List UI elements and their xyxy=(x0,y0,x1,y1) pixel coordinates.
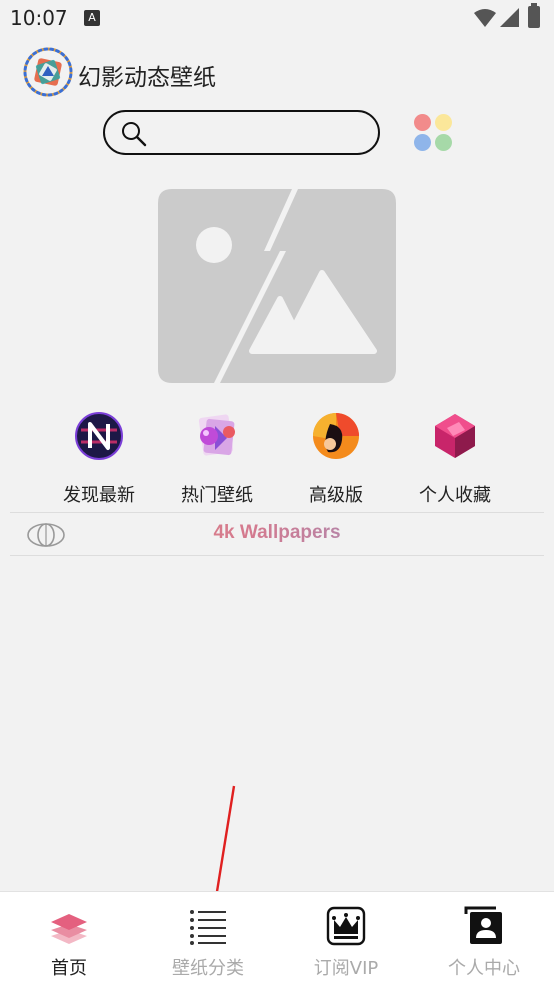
search-input[interactable] xyxy=(157,120,367,146)
battery-icon xyxy=(528,3,540,28)
red-dot-icon xyxy=(414,114,431,131)
search-box[interactable] xyxy=(103,110,380,155)
list-icon xyxy=(190,910,226,945)
blue-dot-icon xyxy=(414,134,431,151)
menu-label: 热门壁纸 xyxy=(181,485,253,506)
wifi-icon xyxy=(474,9,496,27)
nav-home[interactable]: 首页 xyxy=(4,906,134,979)
banner-image-placeholder[interactable] xyxy=(158,189,396,383)
status-bar: 10:07 A xyxy=(0,0,554,36)
theme-palette-button[interactable] xyxy=(412,112,456,154)
app-title: 幻影动态壁纸 xyxy=(78,65,216,91)
nav-categories[interactable]: 壁纸分类 xyxy=(143,906,273,979)
nav-label: 订阅VIP xyxy=(313,958,379,979)
menu-premium[interactable]: 高级版 xyxy=(276,410,396,506)
ad-text: 4k Wallpapers xyxy=(10,522,544,544)
nav-profile[interactable]: 个人中心 xyxy=(419,906,549,979)
layers-icon xyxy=(51,914,87,944)
orange-sphere-icon xyxy=(313,413,359,459)
menu-label: 高级版 xyxy=(309,485,363,506)
gem-photo-icon xyxy=(198,414,235,456)
status-time: 10:07 xyxy=(10,6,68,30)
profile-card-icon xyxy=(464,906,502,944)
menu-hot-wallpapers[interactable]: 热门壁纸 xyxy=(157,410,277,506)
bottom-nav: 首页 壁纸分类 订阅VIP 个人中心 xyxy=(0,891,554,984)
menu-discover-new[interactable]: 发现最新 xyxy=(39,410,159,506)
search-icon xyxy=(122,122,147,147)
yellow-dot-icon xyxy=(435,114,452,131)
nav-label: 首页 xyxy=(51,958,87,979)
nav-label: 个人中心 xyxy=(448,958,520,979)
nav-label: 壁纸分类 xyxy=(172,958,244,979)
notification-icon: A xyxy=(84,10,100,26)
crown-icon xyxy=(326,906,366,946)
pink-cube-icon xyxy=(435,414,475,458)
app-logo-icon xyxy=(23,47,73,97)
green-dot-icon xyxy=(435,134,452,151)
n-logo-icon xyxy=(75,412,123,460)
menu-label: 个人收藏 xyxy=(419,485,491,506)
signal-icon xyxy=(500,8,519,27)
nav-vip[interactable]: 订阅VIP xyxy=(281,906,411,979)
menu-favorites[interactable]: 个人收藏 xyxy=(395,410,515,506)
ad-banner[interactable]: 4k Wallpapers xyxy=(10,512,544,556)
menu-label: 发现最新 xyxy=(63,485,135,506)
